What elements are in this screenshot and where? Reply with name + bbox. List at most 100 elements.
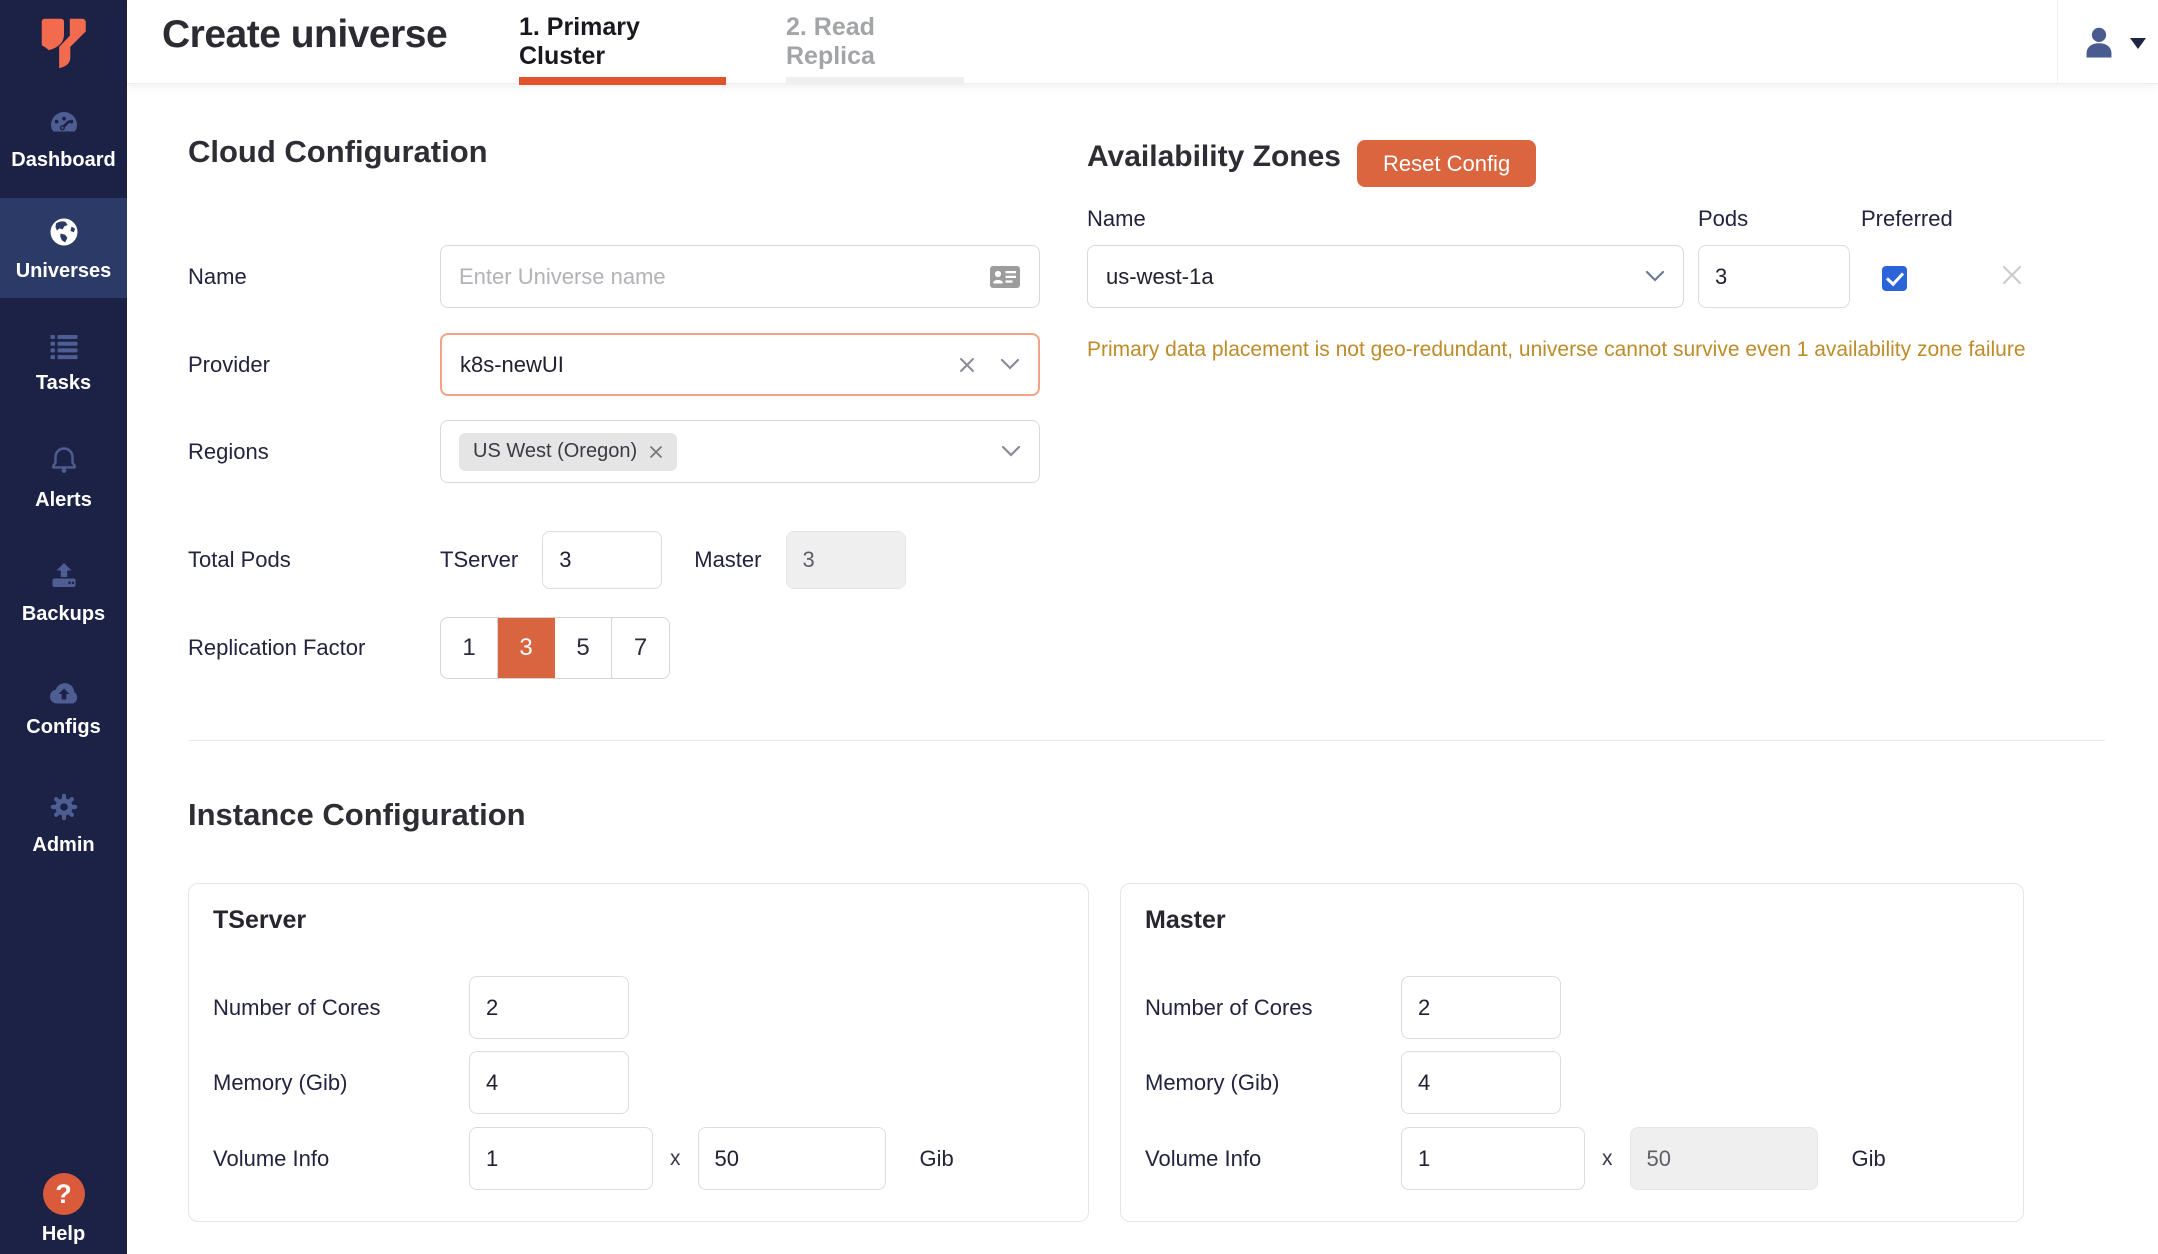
sidebar-item-admin[interactable]: Admin <box>0 773 127 873</box>
provider-row: Provider k8s-newUI <box>188 333 1040 396</box>
memory-label: Memory (Gib) <box>213 1070 469 1096</box>
volume-info-label: Volume Info <box>213 1146 469 1172</box>
tserver-card-title: TServer <box>213 906 306 935</box>
sidebar-item-backups[interactable]: Backups <box>0 543 127 643</box>
total-pods-label: Total Pods <box>188 547 440 573</box>
master-volume-row: Volume Info x Gib <box>1145 1127 1886 1190</box>
regions-chevron-down-icon[interactable] <box>1001 445 1021 458</box>
universe-name-row: Name <box>188 245 1040 308</box>
az-chevron-down-icon[interactable] <box>1645 270 1665 283</box>
replication-factor-segmented-control: 1 3 5 7 <box>440 617 670 679</box>
tasks-list-icon <box>46 332 82 362</box>
sidebar: Dashboard Universes Tasks <box>0 0 127 1254</box>
provider-chevron-down-icon[interactable] <box>1000 358 1020 371</box>
rf-option-5[interactable]: 5 <box>555 618 612 678</box>
cores-label: Number of Cores <box>1145 995 1401 1021</box>
cloud-configuration-title: Cloud Configuration <box>188 134 488 170</box>
universe-name-input[interactable] <box>459 264 989 290</box>
instance-configuration-title: Instance Configuration <box>188 797 526 833</box>
bell-icon <box>46 445 82 479</box>
reset-config-button[interactable]: Reset Config <box>1357 140 1536 187</box>
sidebar-item-label: Backups <box>22 603 105 626</box>
sidebar-item-configs[interactable]: Configs <box>0 658 127 758</box>
provider-clear-icon[interactable] <box>958 356 976 374</box>
regions-multiselect[interactable]: US West (Oregon) <box>440 420 1040 483</box>
regions-row: Regions US West (Oregon) <box>188 420 1040 483</box>
create-universe-page: Dashboard Universes Tasks <box>0 0 2158 1254</box>
tab-label: 1. Primary Cluster <box>519 13 726 71</box>
total-pods-row: Total Pods TServer Master <box>188 531 906 589</box>
sidebar-item-universes[interactable]: Universes <box>0 198 127 298</box>
upload-tray-icon <box>46 561 82 593</box>
master-memory-row: Memory (Gib) <box>1145 1051 1561 1114</box>
sidebar-item-label: Tasks <box>36 372 91 395</box>
cores-label: Number of Cores <box>213 995 469 1021</box>
tserver-cores-row: Number of Cores <box>213 976 629 1039</box>
tserver-volume-row: Volume Info x Gib <box>213 1127 954 1190</box>
master-memory-input[interactable] <box>1401 1051 1561 1114</box>
replication-factor-label: Replication Factor <box>188 635 440 661</box>
name-field-label: Name <box>188 264 440 290</box>
multiply-symbol: x <box>1602 1147 1613 1171</box>
cloud-upload-icon <box>46 678 82 706</box>
section-divider <box>188 740 2105 741</box>
az-selected-zone: us-west-1a <box>1106 264 1214 290</box>
tserver-memory-input[interactable] <box>469 1051 629 1114</box>
master-card: Master Number of Cores Memory (Gib) Volu… <box>1120 883 2024 1222</box>
sidebar-item-tasks[interactable]: Tasks <box>0 313 127 413</box>
regions-field-label: Regions <box>188 439 440 465</box>
master-pods-label: Master <box>694 547 761 573</box>
provider-field-label: Provider <box>188 352 440 378</box>
tserver-volume-size-input[interactable] <box>698 1127 886 1190</box>
az-row-remove-icon[interactable] <box>2000 263 2024 292</box>
az-pods-input[interactable] <box>1698 245 1850 308</box>
sidebar-item-help[interactable]: ? Help <box>0 1173 127 1246</box>
tserver-card: TServer Number of Cores Memory (Gib) Vol… <box>188 883 1089 1222</box>
rf-option-7[interactable]: 7 <box>612 618 669 678</box>
az-preferred-checkbox[interactable] <box>1882 266 1907 291</box>
sidebar-item-label: Help <box>42 1223 85 1246</box>
tab-read-replica[interactable]: 2. Read Replica <box>786 0 964 84</box>
tserver-pods-label: TServer <box>440 547 518 573</box>
master-card-title: Master <box>1145 906 1226 935</box>
top-header: Create universe 1. Primary Cluster 2. Re… <box>127 0 2158 84</box>
help-icon: ? <box>43 1173 85 1215</box>
replication-factor-row: Replication Factor 1 3 5 7 <box>188 617 670 679</box>
universe-globe-icon <box>46 214 82 250</box>
user-avatar-icon <box>2080 23 2118 61</box>
contact-card-icon <box>989 265 1021 289</box>
region-chip: US West (Oregon) <box>459 433 677 471</box>
tserver-pods-input[interactable] <box>542 531 662 589</box>
tab-label: 2. Read Replica <box>786 13 964 71</box>
provider-select[interactable]: k8s-newUI <box>440 333 1040 396</box>
region-chip-remove-icon[interactable] <box>649 445 663 459</box>
user-menu[interactable] <box>2080 0 2146 84</box>
rf-option-3-selected[interactable]: 3 <box>498 618 555 678</box>
header-divider <box>2057 0 2058 83</box>
gear-icon <box>47 790 81 824</box>
tab-primary-cluster[interactable]: 1. Primary Cluster <box>519 0 726 84</box>
tab-inactive-underline <box>786 77 964 85</box>
dashboard-icon <box>46 109 82 139</box>
sidebar-item-label: Admin <box>32 834 94 857</box>
geo-redundancy-warning: Primary data placement is not geo-redund… <box>1087 338 2027 362</box>
sidebar-item-alerts[interactable]: Alerts <box>0 428 127 528</box>
tab-active-underline <box>519 77 726 85</box>
rf-option-1[interactable]: 1 <box>441 618 498 678</box>
memory-label: Memory (Gib) <box>1145 1070 1401 1096</box>
tserver-cores-input[interactable] <box>469 976 629 1039</box>
yugabyte-logo <box>0 8 127 78</box>
tserver-memory-row: Memory (Gib) <box>213 1051 629 1114</box>
az-name-select[interactable]: us-west-1a <box>1087 245 1684 308</box>
az-column-preferred: Preferred <box>1861 206 1953 232</box>
volume-unit-label: Gib <box>1852 1146 1886 1172</box>
master-cores-input[interactable] <box>1401 976 1561 1039</box>
sidebar-item-label: Dashboard <box>11 149 115 172</box>
sidebar-item-label: Alerts <box>35 489 92 512</box>
universe-name-input-wrap <box>440 245 1040 308</box>
tserver-volume-count-input[interactable] <box>469 1127 653 1190</box>
master-volume-count-input[interactable] <box>1401 1127 1585 1190</box>
master-volume-size-input <box>1630 1127 1818 1190</box>
sidebar-item-dashboard[interactable]: Dashboard <box>0 90 127 190</box>
page-title: Create universe <box>162 13 447 57</box>
